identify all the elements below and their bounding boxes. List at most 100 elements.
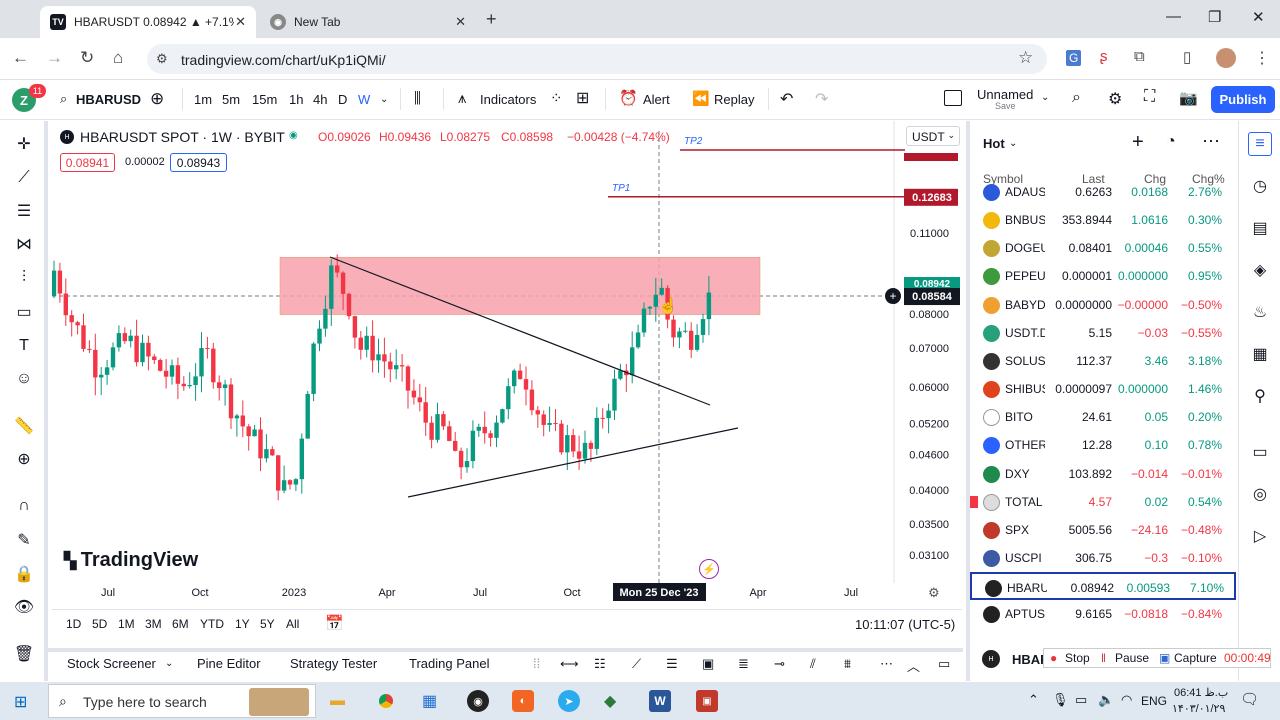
watchlist-row[interactable]: DXY 103.892 −0.014 −0.01%: [970, 460, 1236, 488]
indicators-button[interactable]: Indicators: [480, 92, 536, 107]
lines-icon[interactable]: ≣: [738, 656, 749, 672]
home-icon[interactable]: ⌂: [113, 48, 123, 68]
snapshot-camera-icon[interactable]: 📷: [1179, 89, 1198, 107]
eye-icon[interactable]: 👁: [11, 594, 37, 620]
go-to-date-calendar-icon[interactable]: 📅: [325, 614, 344, 632]
watchlist-row[interactable]: SHIBUS 0.0000097 0.000000 1.46%: [970, 375, 1236, 403]
watchlist-row[interactable]: USCPI 306.75 −0.3 −0.10%: [970, 544, 1236, 572]
compare-add-icon[interactable]: ⊕: [150, 89, 164, 109]
recorder-app-icon[interactable]: ◐: [512, 690, 534, 712]
alert-button[interactable]: Alert: [643, 92, 670, 107]
fib-channel-icon[interactable]: ☷: [594, 656, 606, 672]
range-6m[interactable]: 6M: [172, 617, 189, 631]
range-3m[interactable]: 3M: [145, 617, 162, 631]
lock-drawings-pencil-icon[interactable]: ✎: [11, 527, 37, 553]
watchlist-icon[interactable]: ≡: [1248, 132, 1272, 156]
battery-icon[interactable]: ▭: [1075, 692, 1087, 708]
maximize-panel-icon[interactable]: ▭: [938, 656, 950, 672]
recorder-capture[interactable]: Capture: [1174, 651, 1217, 665]
back-arrow-icon[interactable]: ←: [12, 48, 29, 68]
publish-button[interactable]: Publish: [1211, 86, 1275, 113]
ruler-icon[interactable]: 📏: [11, 413, 37, 439]
recorder-stop[interactable]: Stop: [1065, 651, 1090, 665]
layers-icon[interactable]: ◈: [1248, 258, 1272, 282]
range-all[interactable]: All: [286, 617, 299, 631]
lock-icon[interactable]: 🔒: [11, 561, 37, 587]
interval-1m[interactable]: 1m: [194, 92, 212, 107]
fullscreen-icon[interactable]: ⛶: [1144, 88, 1155, 106]
indicator-templates-icon[interactable]: ⁘: [550, 89, 563, 107]
bookmark-star-icon[interactable]: ☆: [1018, 48, 1033, 68]
hotlists-flame-icon[interactable]: ♨: [1248, 300, 1272, 324]
tab-trading-panel[interactable]: Trading Panel: [409, 656, 489, 671]
collapse-chevron-up-icon[interactable]: ︿: [907, 656, 920, 675]
watchlist-row[interactable]: USDT.D 5.15 −0.03 −0.55%: [970, 319, 1236, 347]
site-info-icon[interactable]: ⚙: [156, 51, 168, 67]
emoji-icon[interactable]: ☺: [11, 366, 37, 392]
chart-pane[interactable]: 0.11000 0.08000 0.07000 0.06000 0.05200 0.046…: [52, 121, 962, 609]
clock-timezone[interactable]: 10:11:07 (UTC-5): [855, 617, 955, 632]
watchlist-row[interactable]: OTHER 12.28 0.10 0.78%: [970, 431, 1236, 459]
watchlist-row[interactable]: BNBUS 353.8944 1.0616 0.30%: [970, 206, 1236, 234]
lightning-event-icon[interactable]: ⚡: [699, 559, 719, 579]
crosshair-icon[interactable]: ✛: [11, 131, 37, 157]
drag-handle-icon[interactable]: ⁞⁞: [533, 656, 540, 671]
taskbar-time[interactable]: 06:41 ب.ظ: [1174, 686, 1228, 699]
range-1y[interactable]: 1Y: [235, 617, 250, 631]
interval-1h[interactable]: 1h: [289, 92, 303, 107]
extensions-puzzle-icon[interactable]: ⧉: [1134, 48, 1145, 65]
close-icon[interactable]: ✕: [235, 14, 246, 30]
settings-gear-icon[interactable]: ⚙: [1108, 89, 1122, 109]
language-indicator[interactable]: ENG: [1141, 694, 1167, 708]
range-5y[interactable]: 5Y: [260, 617, 275, 631]
undo-icon[interactable]: ↶: [780, 89, 793, 109]
quick-search-icon[interactable]: ⌕: [1072, 89, 1081, 107]
gann-icon[interactable]: ⩩: [844, 656, 851, 672]
volume-icon[interactable]: 🔈: [1098, 692, 1114, 708]
text-tool-icon[interactable]: T: [11, 333, 37, 359]
streams-icon[interactable]: ◎: [1248, 482, 1272, 506]
interval-5m[interactable]: 5m: [222, 92, 240, 107]
chart-settings-gear-icon[interactable]: ⚙: [928, 585, 940, 601]
mic-icon[interactable]: 🎙: [1052, 692, 1069, 708]
sell-price-button[interactable]: 0.08941: [60, 153, 115, 172]
close-icon[interactable]: ✕: [455, 14, 466, 30]
interval-4h[interactable]: 4h: [313, 92, 327, 107]
watchlist-row[interactable]: DOGEU 0.08401 0.00046 0.55%: [970, 234, 1236, 262]
watchlist-row[interactable]: BABYD 0.0000000 −0.00000 −0.50%: [970, 291, 1236, 319]
word-icon[interactable]: W: [649, 690, 671, 712]
chat-icon[interactable]: ▭: [1248, 440, 1272, 464]
calendar-icon[interactable]: ▦: [1248, 342, 1272, 366]
watchlist-row[interactable]: TOTAL 4.57 0.02 0.54%: [970, 488, 1236, 516]
zoom-in-icon[interactable]: ⊕: [11, 446, 37, 472]
browser-tab-tradingview[interactable]: TV HBARUSDT 0.08942 ▲ +7.1% U ✕: [40, 6, 256, 38]
forward-arrow-icon[interactable]: →: [46, 48, 63, 68]
watchlist-row[interactable]: SPX 5005.56 −24.16 −0.48%: [970, 516, 1236, 544]
trend-line-icon[interactable]: ⟋: [11, 165, 37, 191]
chevron-down-icon[interactable]: ⌄: [165, 658, 173, 669]
chevron-down-icon[interactable]: ⌄: [380, 94, 388, 105]
tab-pine-editor[interactable]: Pine Editor: [197, 656, 261, 671]
side-panel-icon[interactable]: ▯: [1183, 48, 1191, 66]
replay-button[interactable]: Replay: [714, 92, 754, 107]
telegram-icon[interactable]: ➤: [558, 690, 580, 712]
extension-icon[interactable]: ʂ: [1100, 48, 1108, 65]
currency-select[interactable]: USDT ⌄: [906, 126, 960, 146]
layout-grid-icon[interactable]: ⊞: [576, 88, 589, 108]
watchlist-row[interactable]: APTUS 9.6165 −0.0818 −0.84%: [970, 600, 1236, 628]
range-ytd[interactable]: YTD: [200, 617, 224, 631]
layout-select-icon[interactable]: [944, 90, 962, 106]
watchlist-row[interactable]: HBARU 0.08942 0.00593 7.10%: [970, 572, 1236, 601]
calculator-icon[interactable]: ▦: [422, 691, 437, 711]
range-1m[interactable]: 1M: [118, 617, 135, 631]
price-chart[interactable]: 0.11000 0.08000 0.07000 0.06000 0.05200 0.046…: [52, 121, 962, 609]
chart-symbol-title[interactable]: HBARUSDT SPOT · 1W · BYBIT: [80, 129, 285, 145]
windows-start-icon[interactable]: ⊞: [14, 692, 27, 712]
pitchfork-icon[interactable]: ⫽: [810, 656, 816, 672]
browser-tab-new[interactable]: ◉ New Tab ✕: [260, 6, 476, 38]
redo-icon[interactable]: ↷: [815, 89, 828, 109]
app-icon[interactable]: ◉: [467, 690, 489, 712]
ray-icon[interactable]: ⊸: [774, 656, 785, 672]
patterns-icon[interactable]: ⋈: [11, 231, 37, 257]
watchlist-row[interactable]: SOLUS 112.37 3.46 3.18%: [970, 347, 1236, 375]
